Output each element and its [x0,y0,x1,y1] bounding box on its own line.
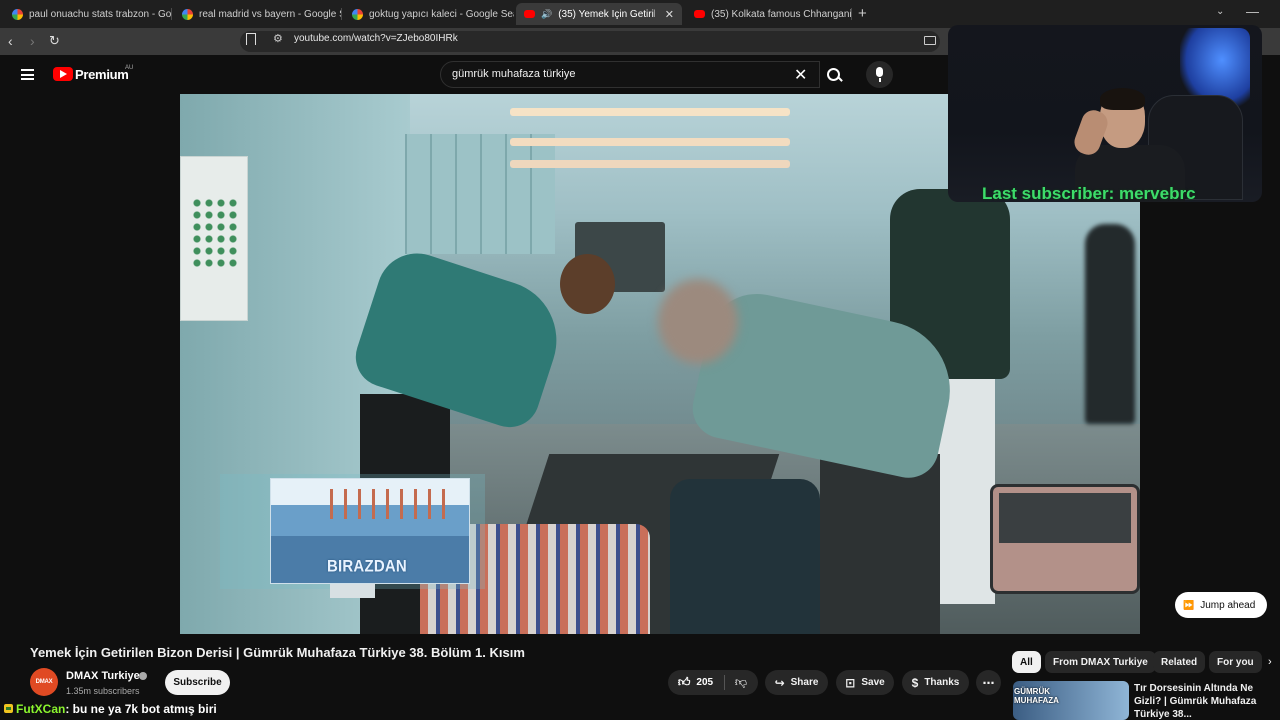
tab-separator [171,8,172,20]
youtube-icon [694,10,705,18]
tab-title: goktug yapıcı kaleci - Google Search [369,8,514,20]
verified-icon [139,672,147,680]
search-icon[interactable] [820,61,848,88]
tab-separator [341,8,342,20]
google-icon [12,8,23,20]
chip-from-channel[interactable]: From DMAX Turkiye [1045,651,1156,673]
reload-icon[interactable]: ↻ [49,33,60,49]
chip-for-you[interactable]: For you [1209,651,1262,673]
chat-message: FutXCan: bu ne ya 7k bot atmış biri [16,702,217,716]
youtube-premium-wordmark[interactable]: Premium [75,67,129,82]
preview-inset-cranes [330,489,450,519]
more-icon: ⋯ [982,675,995,690]
new-tab-button[interactable]: + [858,5,867,22]
save-button[interactable]: ⊡ Save [836,670,894,695]
browser-tab-3[interactable]: goktug yapıcı kaleci - Google Search [344,3,514,25]
youtube-icon [524,10,535,18]
thanks-dollar-icon: $ [911,675,919,690]
channel-avatar[interactable]: DMAX [30,668,58,696]
share-button[interactable]: ↪ Share [765,670,828,695]
video-scene-poster [180,156,248,321]
related-thumbnail-label: GÜMRÜK MUHAFAZA [1014,687,1059,705]
webcam-streamer-hair [1100,88,1145,110]
bookmark-save-icon: ⊡ [845,675,856,690]
tab-title: real madrid vs bayern - Google Sear [199,8,342,20]
tab-title: paul onuachu stats trabzon - Google [29,8,172,20]
chip-related[interactable]: Related [1153,651,1206,673]
browser-tab-2[interactable]: real madrid vs bayern - Google Sear [174,3,342,25]
chat-message-text: : bu ne ya 7k bot atmış biri [65,702,217,716]
video-scene-suitcase [990,484,1140,594]
speaker-icon: 🔊 [541,8,553,19]
like-button[interactable]: 👍︎ 205 [668,670,723,695]
url-text[interactable]: youtube.com/watch?v=ZJebo80IHRk [294,33,458,44]
preview-inset-label: BIRAZDAN [327,557,407,576]
thanks-button[interactable]: $ Thanks [902,670,969,695]
cast-icon[interactable] [924,36,936,45]
last-subscriber-overlay: Last subscriber: mervebrc [982,184,1196,203]
site-info-icon[interactable]: ⚙ [273,32,283,45]
browser-tab-1[interactable]: paul onuachu stats trabzon - Google [4,3,172,25]
channel-name[interactable]: DMAX Turkiye [66,670,140,682]
forward-arrow-icon[interactable]: › [30,33,35,49]
chat-username: FutXCan [16,702,66,716]
video-scene-traveler-legs [820,454,940,634]
thanks-label: Thanks [924,677,960,688]
browser-tab-strip: paul onuachu stats trabzon - Google real… [0,0,1280,28]
chip-all[interactable]: All [1012,651,1041,673]
minimize-window-icon[interactable]: — [1246,4,1259,19]
video-scene-background-person [1085,224,1135,424]
share-icon: ↪ [774,675,785,690]
back-arrow-icon[interactable]: ‹ [8,33,13,49]
tab-title: (35) Kolkata famous Chhangani club [711,8,852,20]
tab-search-icon[interactable]: ⌄ [1216,6,1224,17]
thumbs-down-icon: 👎︎ [734,675,748,689]
search-query[interactable]: gümrük muhafaza türkiye [452,68,576,80]
subscribe-button[interactable]: Subscribe [165,670,230,695]
video-scene-officer-head [560,254,615,314]
tab-title: (35) Yemek İçin Getirilen Bizo [558,8,655,20]
thumbs-up-icon: 👍︎ [677,675,691,689]
hamburger-menu-icon[interactable] [21,69,34,80]
browser-tab-5[interactable]: (35) Kolkata famous Chhangani club [686,3,852,25]
dislike-button[interactable]: 👎︎ [726,670,756,695]
share-label: Share [790,677,819,688]
microphone-icon[interactable] [866,61,893,88]
save-label: Save [861,677,885,688]
clear-search-icon[interactable]: ✕ [794,65,807,85]
related-video-title[interactable]: Tır Dorsesinin Altında Ne Gizli? | Gümrü… [1134,682,1274,720]
video-scene-lights [510,108,790,116]
like-divider [724,675,725,690]
youtube-header: Premium AU gümrük muhafaza türkiye ✕ [0,55,948,94]
chevron-right-icon[interactable]: › [1268,656,1272,668]
region-code: AU [125,65,134,71]
video-scene-traveler-head-blurred [658,279,738,364]
preview-inset-strip [330,584,375,598]
like-count: 205 [696,677,714,688]
video-title: Yemek İçin Getirilen Bizon Derisi | Gümr… [30,645,525,660]
more-actions-button[interactable]: ⋯ [976,670,1001,695]
bookmark-icon[interactable] [246,33,256,45]
jump-ahead-button[interactable]: ⏩ Jump ahead [1175,592,1267,618]
jump-ahead-label: Jump ahead [1200,599,1256,611]
youtube-logo-icon[interactable] [53,67,73,81]
google-icon [182,8,193,20]
google-icon [352,8,363,20]
fast-forward-icon: ⏩ [1183,599,1195,610]
chat-badge-icon [4,704,13,713]
subscriber-count: 1.35m subscribers [66,686,140,696]
video-scene-dark-bag [670,479,820,634]
video-scene-windows [405,134,555,254]
close-tab-icon[interactable]: ✕ [665,8,674,21]
browser-tab-active[interactable]: 🔊 (35) Yemek İçin Getirilen Bizo ✕ [516,3,682,25]
tab-separator [851,8,852,20]
avatar-text: DMAX [35,679,53,685]
